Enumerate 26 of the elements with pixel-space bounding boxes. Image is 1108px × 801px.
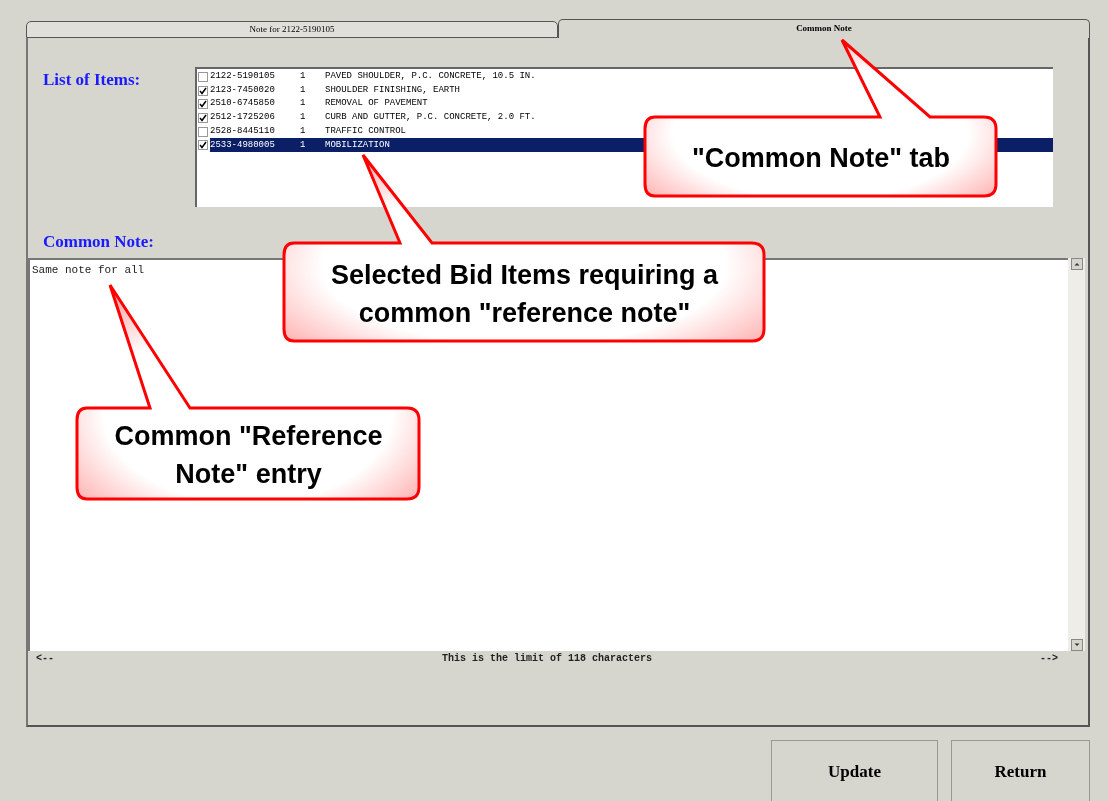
checkbox[interactable] [198,99,208,110]
tab[interactable]: Common Note [558,19,1090,38]
callout-tooltip-text: Selected Bid Items requiring a common "reference note" [329,258,720,330]
scrollbar[interactable] [1068,257,1085,651]
list-item[interactable]: 2123-7450020 1 SHOULDER FINISHING, EARTH [210,83,1053,98]
list-item[interactable]: 2122-5190105 1 PAVED SHOULDER, P.C. CONCRETE, 10.5 IN. [210,70,1053,84]
dialog-button[interactable]: Return [951,740,1090,801]
checkbox[interactable] [198,140,208,151]
callout-tooltip-text: Common "Reference Note" entry [113,420,384,491]
list-item[interactable]: 2512-1725206 1 CURB AND GUTTER, P.C. CONCRETE, 2.0 FT. [210,111,1053,125]
limit-text: This is the limit of 118 characters [441,651,652,666]
right-arrow-text: --> [1039,651,1058,666]
checkbox[interactable] [198,71,208,82]
checkbox[interactable] [198,126,208,137]
scroll-up-icon[interactable] [1070,257,1083,270]
list-label: List of Items: [42,69,142,91]
checkmark-icon [199,141,207,150]
scroll-down-icon[interactable] [1070,638,1083,651]
tab[interactable]: Note for 2122-5190105 [26,21,558,38]
checkbox[interactable] [198,112,208,123]
checkbox[interactable] [198,85,208,96]
dialog-button[interactable]: Update [771,740,938,801]
list-item[interactable]: 2528-8445110 1 TRAFFIC CONTROL [210,124,1053,139]
note-label: Common Note: [42,231,155,253]
left-arrow-text: <-- [36,651,54,666]
list-item[interactable]: 2510-6745850 1 REMOVAL OF PAVEMENT [210,97,1053,112]
